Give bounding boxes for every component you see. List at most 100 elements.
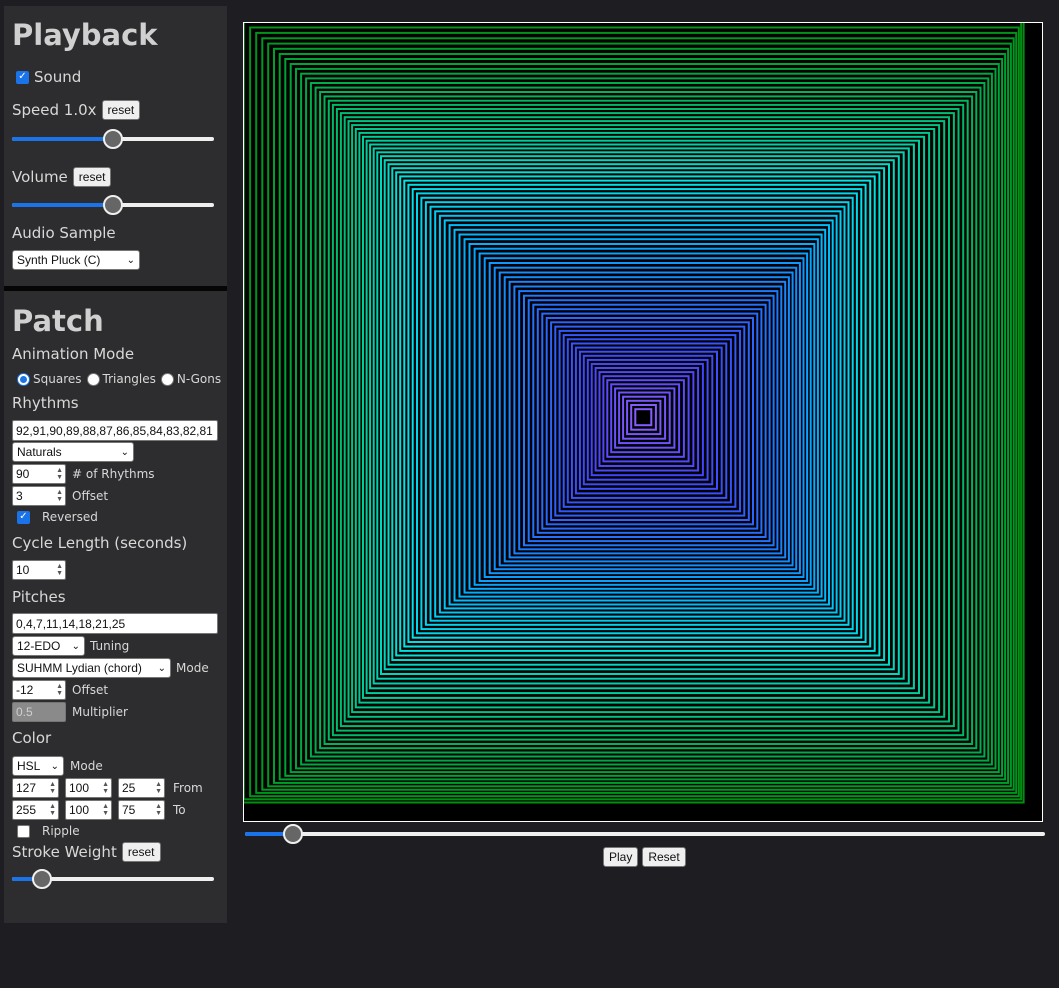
color-from-h-value: 127 [16,781,37,795]
volume-row: Volume reset [12,167,112,187]
speed-reset-button[interactable]: reset [101,100,141,120]
play-button[interactable]: Play [603,847,639,867]
color-to-h-value: 255 [16,803,37,817]
pitch-offset-value: -12 [16,683,34,697]
audio-sample-select[interactable]: Synth Pluck (C) ⌄ [12,250,140,270]
cycle-length-row: Cycle Length (seconds) [12,534,187,552]
color-to-l-value: 75 [122,803,136,817]
tuning-value: 12-EDO [17,639,61,653]
stepper-icon[interactable]: ▲ ▼ [49,781,56,795]
stroke-weight-slider[interactable] [12,869,214,889]
tuning-select[interactable]: 12-EDO ⌄ [12,636,85,656]
radio-ngons[interactable] [160,372,174,386]
stepper-icon[interactable]: ▲ ▼ [155,781,162,795]
color-to-s-input[interactable]: 100 ▲ ▼ [65,800,112,820]
volume-slider-thumb[interactable] [103,195,123,215]
color-from-s-value: 100 [69,781,90,795]
pitches-row: Pitches [12,588,66,606]
patch-panel: Patch Animation Mode Squares Triangles N… [4,291,227,923]
pitches-input[interactable]: 0,4,7,11,14,18,21,25 [12,613,218,634]
num-rhythms-label: # of Rhythms [72,467,155,481]
timeline-thumb[interactable] [283,824,303,844]
volume-reset-button[interactable]: reset [72,167,112,187]
pitch-offset-input[interactable]: -12 ▲ ▼ [12,680,66,700]
speed-slider[interactable] [12,129,214,149]
multiplier-label: Multiplier [72,705,128,719]
square-outline [319,91,978,750]
mode-value: SUHMM Lydian (chord) [17,661,142,675]
reversed-toggle[interactable]: ✓ Reversed [17,510,98,524]
ripple-label: Ripple [42,824,80,838]
stepper-icon[interactable]: ▲ ▼ [56,563,63,577]
animation-mode-row: Animation Mode [12,345,134,363]
rhythm-offset-label: Offset [72,489,109,503]
stroke-weight-slider-thumb[interactable] [32,869,53,889]
num-rhythms-value: 90 [16,467,30,481]
playback-panel: Playback ✓ Sound Speed 1.0x reset Volume… [4,6,227,286]
rhythms-input[interactable]: 92,91,90,89,88,87,86,85,84,83,82,81 [12,420,218,441]
speed-slider-thumb[interactable] [103,129,123,149]
color-to-l-input[interactable]: 75 ▲ ▼ [118,800,165,820]
chevron-down-icon: ⌄ [120,446,129,458]
timeline-slider[interactable] [245,824,1045,844]
color-from-label: From [173,781,203,795]
multiplier-value: 0.5 [16,705,33,719]
rhythms-row: Rhythms [12,394,79,412]
color-mode-row: HSL ⌄ Mode [12,756,103,776]
rhythm-preset-select[interactable]: Naturals ⌄ [12,442,134,462]
color-from-l-input[interactable]: 25 ▲ ▼ [118,778,165,798]
color-from-s-input[interactable]: 100 ▲ ▼ [65,778,112,798]
stepper-icon[interactable]: ▲ ▼ [155,803,162,817]
color-from-l-value: 25 [122,781,136,795]
pitch-offset-label: Offset [72,683,109,697]
square-outline [429,205,846,622]
stepper-icon[interactable]: ▲ ▼ [56,683,63,697]
sound-toggle[interactable]: ✓ Sound [16,68,81,86]
radio-squares-label: Squares [33,372,82,386]
audio-sample-value: Synth Pluck (C) [17,253,101,267]
num-rhythms-row: 90 ▲ ▼ # of Rhythms [12,464,155,484]
volume-slider[interactable] [12,195,214,215]
stepper-icon[interactable]: ▲ ▼ [56,467,63,481]
stepper-icon[interactable]: ▲ ▼ [102,803,109,817]
reversed-label: Reversed [42,510,98,524]
color-mode-select[interactable]: HSL ⌄ [12,756,64,776]
radio-triangles-label: Triangles [102,372,156,386]
playback-controls: Play Reset [603,847,686,867]
volume-label: Volume [12,168,68,186]
animation-mode-label: Animation Mode [12,345,135,363]
square-outline [331,103,965,737]
sound-label: Sound [34,68,82,86]
tuning-row: 12-EDO ⌄ Tuning [12,636,129,656]
num-rhythms-input[interactable]: 90 ▲ ▼ [12,464,66,484]
stepper-icon[interactable]: ▲ ▼ [49,803,56,817]
color-row: Color [12,729,51,747]
mode-select[interactable]: SUHMM Lydian (chord) ⌄ [12,658,171,678]
radio-triangles[interactable] [86,372,100,386]
visualization-canvas[interactable] [236,15,1043,822]
audio-sample-row: Audio Sample [12,224,116,242]
rhythm-preset-value: Naturals [17,445,62,459]
color-to-h-input[interactable]: 255 ▲ ▼ [12,800,59,820]
mode-label: Mode [176,661,209,675]
cycle-length-label: Cycle Length (seconds) [12,534,188,552]
chevron-down-icon: ⌄ [126,254,135,266]
ripple-checkbox[interactable]: ✓ [17,824,30,838]
multiplier-input: 0.5 [12,702,66,722]
reset-button[interactable]: Reset [642,847,686,867]
cycle-length-input[interactable]: 10 ▲ ▼ [12,560,66,580]
volume-slider-fill [12,203,113,207]
reversed-checkbox[interactable]: ✓ [17,510,30,524]
color-to-label: To [173,803,186,817]
color-from-h-input[interactable]: 127 ▲ ▼ [12,778,59,798]
ripple-toggle[interactable]: ✓ Ripple [17,824,80,838]
color-to-row: 255 ▲ ▼ 100 ▲ ▼ 75 ▲ ▼ To [12,800,186,820]
stroke-weight-reset-button[interactable]: reset [121,842,161,862]
sound-checkbox[interactable]: ✓ [16,70,29,84]
rhythm-offset-input[interactable]: 3 ▲ ▼ [12,486,66,506]
stepper-icon[interactable]: ▲ ▼ [56,489,63,503]
color-to-s-value: 100 [69,803,90,817]
stepper-icon[interactable]: ▲ ▼ [102,781,109,795]
radio-squares[interactable] [17,372,30,386]
speed-label: Speed 1.0x [12,101,97,119]
